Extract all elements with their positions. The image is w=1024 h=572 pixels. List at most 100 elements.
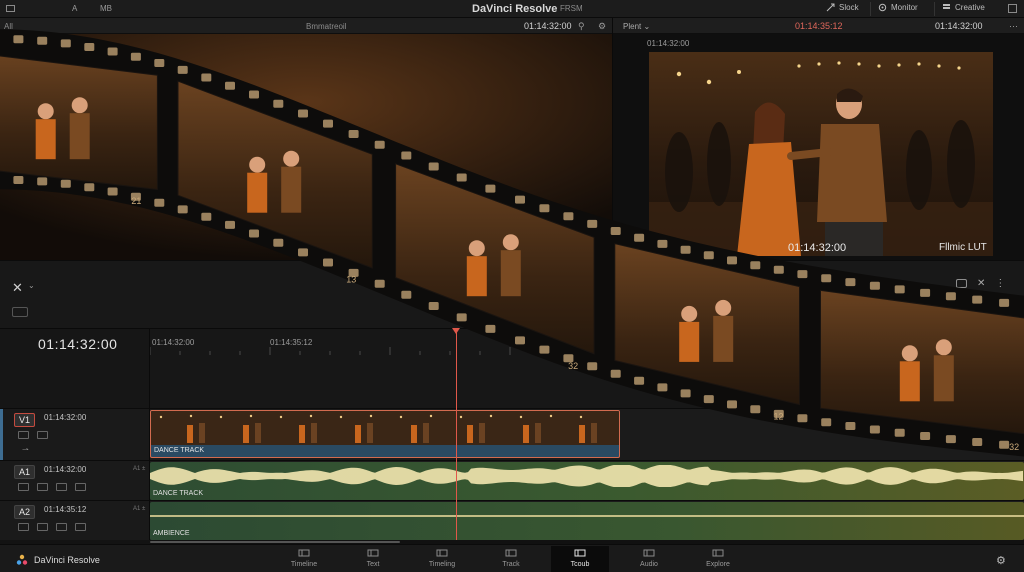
- track-header-v1[interactable]: V1 01:14:32:00 ⇀: [0, 408, 150, 461]
- playhead[interactable]: [456, 328, 457, 542]
- mute-track-icon[interactable]: [56, 523, 67, 531]
- slock-label: Slock: [839, 3, 859, 12]
- timeline-main-timecode[interactable]: 01:14:32:00: [38, 336, 117, 352]
- page-tab-label: Timeline: [290, 561, 318, 568]
- clip-label: DANCE TRACK: [154, 447, 205, 454]
- close-icon[interactable]: ✕: [977, 279, 985, 289]
- viewer-overlay-label: Fleccr: [653, 242, 681, 253]
- page-tab-audio[interactable]: Audio: [620, 546, 678, 572]
- lock-track-icon[interactable]: [18, 431, 29, 439]
- tcoub-icon: [574, 549, 586, 557]
- clip-label: AMBIENCE: [153, 530, 190, 537]
- timeline-view-options-icon[interactable]: [990, 306, 1004, 316]
- blade-tool-icon[interactable]: ✕: [12, 280, 23, 296]
- timeline-toolbar: ✕ ⌄ ✕ ⋮: [0, 260, 1024, 328]
- top-left-label: A: [72, 4, 78, 13]
- creative-label: Creative: [955, 3, 985, 12]
- brand-label: DaVinci Resolve: [34, 555, 100, 565]
- viewer-overlay-timecode: 01:14:32:00: [788, 242, 847, 254]
- video-clip[interactable]: DANCE TRACK: [150, 410, 620, 458]
- zoom-slider-handle[interactable]: [970, 308, 978, 316]
- source-viewer[interactable]: All Bmmatreoil 01:14:32:00 ⚲ ⚙: [0, 18, 612, 260]
- page-tab-timeling[interactable]: Timeling: [413, 546, 471, 572]
- page-tab-label: Text: [366, 561, 380, 568]
- source-clip-name[interactable]: Bmmatreoil: [306, 22, 346, 31]
- settings-gear-icon[interactable]: ⚙: [996, 554, 1006, 567]
- track-id-badge[interactable]: V1: [14, 413, 36, 427]
- solo-track-icon[interactable]: [37, 483, 48, 491]
- text-icon: [367, 549, 379, 557]
- slock-icon: [826, 3, 835, 12]
- source-timecode[interactable]: 01:14:32:00: [524, 21, 572, 31]
- auto-select-icon[interactable]: [75, 483, 86, 491]
- timeline-name-label: Plent: [623, 22, 642, 31]
- track-header-a1[interactable]: A1 01:14:32:00 A1 ±: [0, 460, 150, 500]
- source-options-icon[interactable]: ⚙: [598, 21, 606, 32]
- timeline-viewer-toolbar: Plent ⌄ 01:14:35:12 01:14:32:00 ⋯: [613, 18, 1024, 34]
- top-left-icon[interactable]: [6, 4, 15, 15]
- auto-select-icon[interactable]: [75, 523, 86, 531]
- track-timecode: 01:14:32:00: [44, 465, 87, 474]
- monitor-button[interactable]: Monitor: [878, 3, 918, 12]
- keyboard-icon[interactable]: [12, 307, 28, 317]
- mute-track-icon[interactable]: [56, 483, 67, 491]
- resolve-logo-icon: [16, 554, 28, 565]
- chevron-down-icon: ⌄: [643, 22, 651, 31]
- link-icon[interactable]: ⇀: [22, 445, 29, 454]
- track-lane-a2[interactable]: AMBIENCE: [150, 500, 1024, 540]
- lock-track-icon[interactable]: [18, 523, 29, 531]
- brand: DaVinci Resolve: [16, 554, 100, 566]
- lut-label: Fllmic LUT: [939, 242, 987, 253]
- options-icon[interactable]: ⋮: [995, 279, 1005, 289]
- page-tab-label: Timeling: [428, 561, 456, 568]
- source-viewer-toolbar: All Bmmatreoil 01:14:32:00 ⚲ ⚙: [0, 18, 612, 34]
- timeline-ruler[interactable]: 01:14:32:00 01:14:35:12: [150, 328, 1024, 408]
- top-right-icon[interactable]: [1008, 4, 1017, 15]
- page-tab-label: Track: [502, 561, 520, 568]
- page-tab-explore[interactable]: Explore: [689, 546, 747, 572]
- chevron-down-icon[interactable]: ⌄: [28, 281, 35, 290]
- page-tab-timeline[interactable]: Timeline: [275, 546, 333, 572]
- page-tab-text[interactable]: Text: [344, 546, 402, 572]
- track-icon: [505, 549, 517, 557]
- source-viewer-image: [0, 34, 612, 260]
- auto-select-icon[interactable]: [37, 431, 48, 439]
- ruler-ticks: [150, 347, 511, 355]
- track-lane-v1[interactable]: DANCE TRACK: [150, 408, 1024, 460]
- ruler-label: 01:14:32:00: [152, 338, 195, 347]
- audio-clip[interactable]: DANCE TRACK: [150, 462, 1024, 500]
- top-separator: [934, 2, 935, 16]
- creative-button[interactable]: Creative: [942, 3, 985, 12]
- track-id-badge[interactable]: A1: [14, 465, 36, 479]
- timeline-duration-timecode[interactable]: 01:14:35:12: [795, 21, 843, 31]
- audio-clip[interactable]: AMBIENCE: [150, 502, 1024, 540]
- clip-view-icon[interactable]: [956, 279, 967, 288]
- track-id-badge[interactable]: A2: [14, 505, 36, 519]
- track-header-a2[interactable]: A2 01:14:35:12 A1 ±: [0, 500, 150, 540]
- timeline-scrollbar-thumb[interactable]: [150, 541, 400, 543]
- page-tab-label: Explore: [706, 561, 730, 568]
- solo-track-icon[interactable]: [37, 523, 48, 531]
- timeline-viewer[interactable]: Plent ⌄ 01:14:35:12 01:14:32:00 ⋯ 01:14:…: [612, 18, 1024, 264]
- track-timecode: 01:14:35:12: [44, 505, 87, 514]
- viewer-frame-timecode: 01:14:32:00: [647, 39, 690, 48]
- page-tab-track[interactable]: Track: [482, 546, 540, 572]
- track-timecode: 01:14:32:00: [44, 413, 87, 422]
- source-zoom-icon[interactable]: ⚲: [578, 21, 585, 32]
- track-lane-a1[interactable]: DANCE TRACK: [150, 460, 1024, 500]
- couple-dancing-image: [649, 52, 993, 256]
- top-left-label-2: MB: [100, 4, 112, 13]
- page-tab-tcoub[interactable]: Tcoub: [551, 546, 609, 572]
- lock-track-icon[interactable]: [18, 483, 29, 491]
- page-tab-label: Tcoub: [570, 561, 590, 568]
- audio-waveform: [150, 515, 1024, 517]
- ruler-label: 01:14:35:12: [270, 338, 313, 347]
- creative-icon: [943, 4, 950, 9]
- slock-button[interactable]: Slock: [826, 3, 859, 12]
- viewer-options-icon[interactable]: ⋯: [1009, 21, 1018, 32]
- timeline-timecode[interactable]: 01:14:32:00: [935, 21, 983, 31]
- timeline-name-dropdown[interactable]: Plent ⌄: [623, 22, 650, 31]
- app-title: DaVinci Resolve: [472, 3, 558, 15]
- loop-icon[interactable]: [846, 277, 858, 286]
- timeline-zoom-slider[interactable]: [914, 311, 976, 313]
